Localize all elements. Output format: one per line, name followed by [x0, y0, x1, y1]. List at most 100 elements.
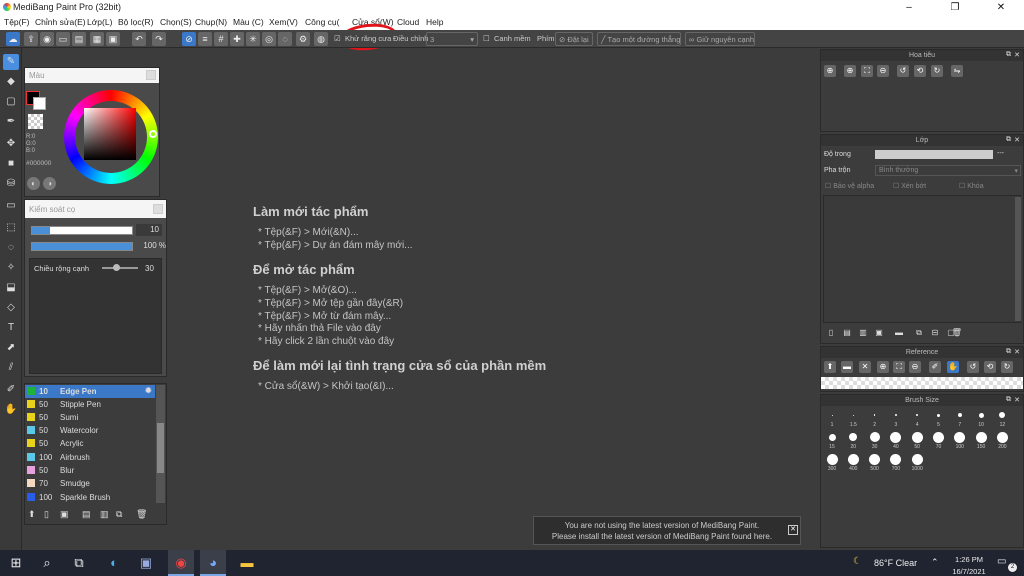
gradient-tool-icon[interactable]: ▭ [3, 198, 19, 214]
hand-icon[interactable]: ✋ [947, 361, 959, 373]
saturation-value-square[interactable] [84, 108, 136, 160]
delete-brush-icon[interactable]: 🗑 [136, 509, 147, 520]
grid-page-icon[interactable]: ▦ [90, 32, 104, 46]
operation-tool-icon[interactable]: ⬈ [3, 340, 19, 356]
rotate-reset-icon[interactable]: ⟲ [914, 65, 926, 77]
lock-checkbox[interactable]: ☐ Khóa [959, 182, 984, 190]
menu-file[interactable]: Tệp(F) [4, 17, 30, 27]
panel-close-icon[interactable] [153, 204, 163, 214]
brush-size-option[interactable] [828, 433, 836, 441]
brush-size-option[interactable] [933, 431, 944, 443]
brush-tool-icon[interactable]: ✎ [3, 54, 19, 70]
grid-snap-icon[interactable]: # [214, 32, 228, 46]
close-icon[interactable]: ✕ [1014, 136, 1020, 144]
new-8bit-layer-icon[interactable]: ▥ [857, 327, 869, 339]
brush-item[interactable]: 50 Blur [25, 464, 155, 477]
opacity-value[interactable]: 100 % [136, 240, 166, 252]
undock-icon[interactable]: ⧉ [1006, 348, 1011, 356]
brush-size-option[interactable] [849, 433, 858, 441]
layer-opacity-slider[interactable] [875, 150, 993, 159]
brush-size-option[interactable] [911, 453, 923, 465]
medibang-icon[interactable]: ◕ [200, 550, 226, 576]
add-brush-icon[interactable]: ▣ [60, 509, 69, 520]
color-settings-icon[interactable]: ◑ [43, 177, 56, 190]
brush-size-option[interactable] [978, 412, 984, 418]
brush-size-option[interactable] [826, 453, 838, 465]
close-icon[interactable]: ✕ [788, 525, 798, 535]
folder-icon[interactable]: ▬ [893, 327, 905, 339]
snap-off-icon[interactable]: ⊘ [182, 32, 196, 46]
brush-size-option[interactable] [999, 412, 1006, 418]
weather-text[interactable]: 86°F Clear [874, 558, 917, 568]
brush-size-option[interactable] [996, 431, 1008, 443]
eyedropper-icon[interactable]: ✐ [929, 361, 941, 373]
hand-tool-icon[interactable]: ✋ [3, 402, 19, 418]
merge-layer-icon[interactable]: ⊟ [929, 327, 941, 339]
rotate-left-icon[interactable]: ↺ [967, 361, 979, 373]
brush-size-option[interactable] [847, 453, 859, 465]
file-explorer-icon[interactable]: ▬ [234, 550, 260, 576]
eraser-tool-icon[interactable]: ◆ [3, 74, 19, 90]
bucket-tool-icon[interactable]: ⛁ [3, 176, 19, 192]
cross-snap-icon[interactable]: ✚ [230, 32, 244, 46]
comment-icon[interactable]: ◉ [40, 32, 54, 46]
menu-snap[interactable]: Chụp(N) [195, 17, 227, 27]
brush-size-option[interactable] [890, 453, 902, 465]
size-value[interactable]: 10 [136, 224, 162, 236]
brush-settings-icon[interactable]: ▤ [82, 509, 91, 520]
copy-brush-icon[interactable]: ▥ [100, 509, 109, 520]
menu-cloud[interactable]: Cloud [397, 17, 419, 27]
new-layer-icon[interactable]: ▯ [825, 327, 837, 339]
close-button[interactable]: ✕ [978, 0, 1024, 15]
duplicate-layer-icon[interactable]: ⧉ [913, 327, 925, 339]
fit-icon[interactable]: ⛶ [861, 65, 873, 77]
reset-button[interactable]: ⊘ Đặt lại [555, 32, 593, 46]
chat-icon[interactable]: ▭ [56, 32, 70, 46]
parallel-snap-icon[interactable]: ≡ [198, 32, 212, 46]
menu-help[interactable]: Help [426, 17, 443, 27]
select-eraser-tool-icon[interactable]: ◇ [3, 300, 19, 316]
zoom-out-icon[interactable]: ⊖ [909, 361, 921, 373]
flip-icon[interactable]: ⇋ [951, 65, 963, 77]
close-icon[interactable]: ✕ [1014, 51, 1020, 59]
brush-size-option[interactable] [890, 431, 902, 443]
menu-tools[interactable]: Công cụ( [305, 17, 340, 27]
brush-size-option[interactable] [831, 414, 833, 416]
palette-icon[interactable]: ◐ [27, 177, 40, 190]
perspective-icon[interactable]: ◍ [314, 32, 328, 46]
reference-canvas[interactable] [821, 377, 1023, 389]
share-icon[interactable]: ⇪ [24, 32, 38, 46]
task-view-icon[interactable]: ⧉ [66, 550, 92, 576]
settings-snap-icon[interactable]: ⚙ [296, 32, 310, 46]
smooth-checkbox[interactable]: ☐ [483, 34, 490, 43]
rectangle-tool-icon[interactable]: ▢ [3, 94, 19, 110]
close-icon[interactable]: ✕ [1014, 348, 1020, 356]
zoom-out-icon[interactable]: ⊖ [877, 65, 889, 77]
brush-size-option[interactable] [911, 431, 923, 443]
search-icon[interactable]: ⌕ [34, 550, 60, 576]
undock-icon[interactable]: ⧉ [1006, 396, 1011, 404]
brush-item[interactable]: 50 Acrylic [25, 437, 155, 450]
notification-center-icon[interactable]: ▭ [997, 556, 1006, 567]
divide-tool-icon[interactable]: ⫽ [3, 360, 19, 376]
brush-size-option[interactable] [869, 453, 881, 465]
brush-size-option[interactable] [954, 431, 966, 443]
brush-list-scrollbar[interactable] [156, 385, 165, 503]
eyedropper-tool-icon[interactable]: ✐ [3, 382, 19, 398]
clipping-checkbox[interactable]: ☐ Xén bớt [893, 182, 926, 190]
text-tool-icon[interactable]: T [3, 320, 19, 336]
cloud-brush-icon[interactable]: ⬆ [28, 509, 36, 520]
lasso-tool-icon[interactable]: ◌ [3, 240, 19, 256]
create-line-button[interactable]: ╱ Tạo một đường thẳng [597, 32, 681, 46]
layer-scrollbar[interactable] [1015, 197, 1021, 321]
brush-size-option[interactable] [937, 413, 940, 417]
new-brush-icon[interactable]: ▯ [44, 509, 49, 520]
hue-picker-handle[interactable] [149, 130, 157, 138]
brush-size-option[interactable] [869, 432, 880, 442]
protect-alpha-checkbox[interactable]: ☐ Bảo vệ alpha [825, 182, 874, 190]
edge-width-handle[interactable] [113, 264, 120, 271]
brush-item[interactable]: 70 Smudge [25, 477, 155, 490]
duplicate-brush-icon[interactable]: ⧉ [116, 509, 122, 520]
keep-original-button[interactable]: ∞ Giữ nguyên cạnh [685, 32, 755, 46]
undock-icon[interactable]: ⧉ [1006, 136, 1011, 144]
